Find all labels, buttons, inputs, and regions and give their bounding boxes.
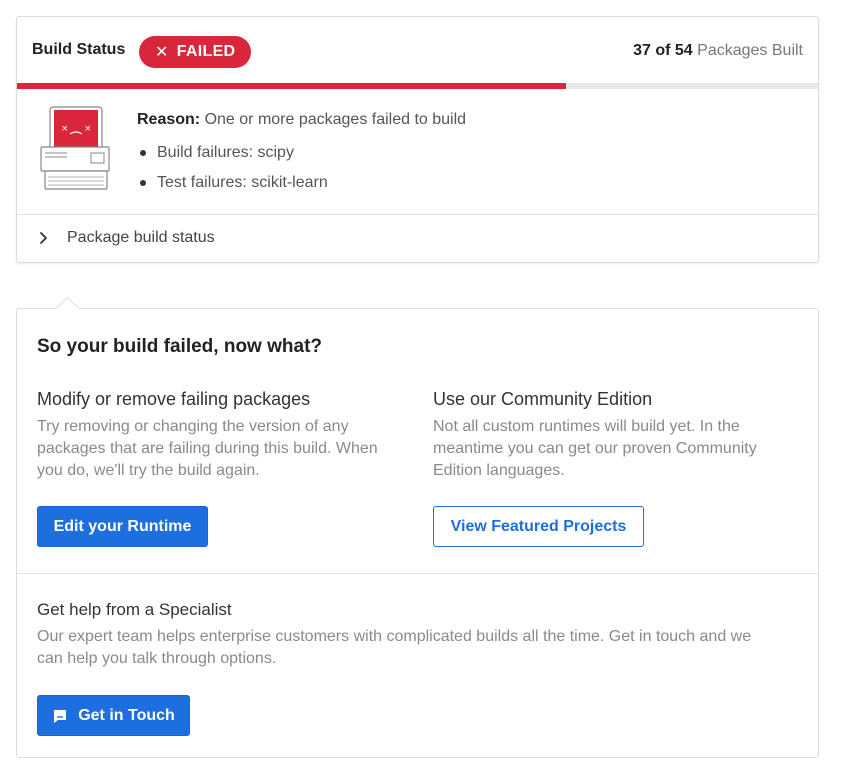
failed-computer-icon: × × <box>40 106 110 190</box>
reason-text: One or more packages failed to build <box>204 111 467 128</box>
community-title: Use our Community Edition <box>433 389 653 409</box>
status-badge: ✕ FAILED <box>139 36 252 68</box>
failure-item: Build failures: scipy <box>137 141 328 171</box>
edit-runtime-button[interactable]: Edit your Runtime <box>37 506 208 547</box>
callout-arrow <box>55 296 80 321</box>
specialist-title: Get help from a Specialist <box>37 600 232 619</box>
reason-label: Reason: <box>137 111 201 128</box>
modify-text-line: Try removing or changing the version of … <box>37 418 349 435</box>
help-title: So your build failed, now what? <box>37 336 322 357</box>
build-status-card: Build Status ✕ FAILED 37 of 54 Packages … <box>16 16 819 263</box>
modify-text-line: packages that are failing during this bu… <box>37 440 378 457</box>
svg-text:×: × <box>61 124 69 134</box>
get-in-touch-button[interactable]: Get in Touch <box>37 695 190 736</box>
specialist-text-line: can help you talk through options. <box>37 650 277 667</box>
specialist-text-line: Our expert team helps enterprise custome… <box>37 628 752 645</box>
build-progress-bar <box>17 83 818 89</box>
failure-item: Test failures: scikit-learn <box>137 171 328 201</box>
community-text-line: Edition languages. <box>433 462 565 479</box>
failure-list: Build failures: scipy Test failures: sci… <box>137 141 328 201</box>
package-build-status-label: Package build status <box>67 229 215 246</box>
chevron-right-icon <box>40 232 47 244</box>
build-status-label: Build Status <box>32 41 126 58</box>
packages-built-count: 37 of 54 Packages Built <box>633 42 803 60</box>
community-text-line: meantime you can get our proven Communit… <box>433 440 757 457</box>
packages-built-value: 37 of 54 <box>633 42 693 59</box>
community-text-line: Not all custom runtimes will build yet. … <box>433 418 740 435</box>
modify-title: Modify or remove failing packages <box>37 389 311 409</box>
build-progress-fill <box>17 83 566 89</box>
modify-text-line: you do, we'll try the build again. <box>37 462 260 479</box>
package-build-status-toggle[interactable]: Package build status <box>17 215 818 261</box>
build-status-header: Build Status ✕ FAILED 37 of 54 Packages … <box>17 17 818 83</box>
get-in-touch-label: Get in Touch <box>78 706 175 724</box>
chat-icon <box>54 709 67 723</box>
close-icon: ✕ <box>155 44 169 61</box>
build-help-card: So your build failed, now what? Modify o… <box>16 296 819 758</box>
community-description: Not all custom runtimes will build yet. … <box>433 416 757 482</box>
specialist-description: Our expert team helps enterprise custome… <box>37 626 751 670</box>
modify-description: Try removing or changing the version of … <box>37 416 378 482</box>
failure-reason: Reason: One or more packages failed to b… <box>137 111 466 129</box>
packages-built-suffix: Packages Built <box>697 42 803 59</box>
status-badge-text: FAILED <box>176 43 236 60</box>
divider <box>17 573 818 574</box>
view-featured-projects-button[interactable]: View Featured Projects <box>433 506 644 547</box>
svg-text:×: × <box>84 124 92 134</box>
